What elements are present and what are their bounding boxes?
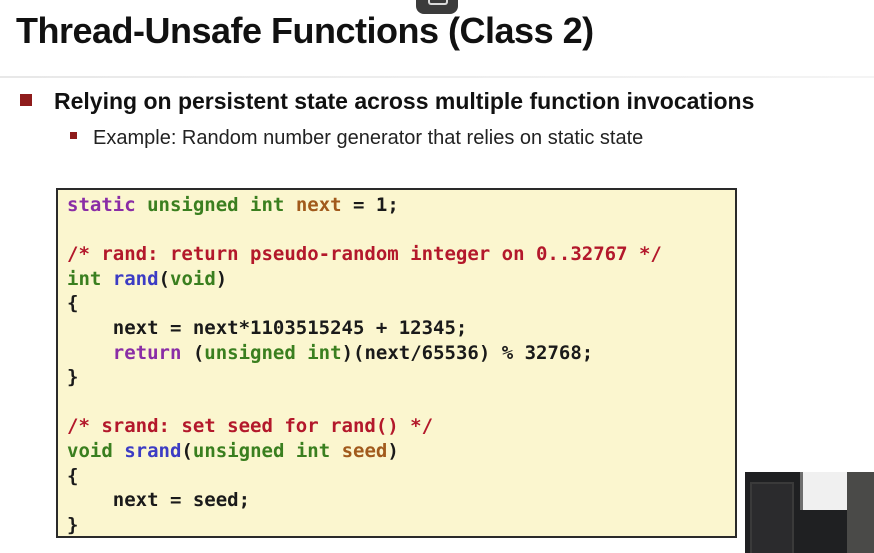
code-line: static unsigned int next = 1; [67, 194, 399, 216]
bullet-square-icon [20, 94, 32, 106]
code-line: void srand(unsigned int seed) [67, 440, 399, 462]
code-line: { [67, 292, 79, 315]
code-line: } [67, 366, 79, 389]
keyword-token: return [112, 341, 182, 364]
code-line: int rand(void) [67, 268, 227, 290]
code-line: { [67, 464, 79, 487]
code-text: ( [158, 267, 170, 290]
sub-bullet-text: Example: Random number generator that re… [93, 127, 644, 149]
slide-title: Thread-Unsafe Functions (Class 2) [16, 10, 594, 51]
main-bullet: Relying on persistent state across multi… [20, 88, 754, 115]
type-token: void [170, 267, 216, 290]
function-name: srand [124, 439, 182, 462]
type-token: unsigned int [147, 194, 285, 216]
type-token: int [67, 267, 102, 290]
sub-bullet-square-icon [70, 132, 77, 139]
type-token: void [67, 439, 113, 462]
type-token: unsigned int [192, 439, 331, 462]
code-line: next = next*1103515245 + 12345; [67, 316, 468, 339]
code-block: static unsigned int next = 1; /* rand: r… [67, 193, 662, 537]
title-divider [0, 76, 874, 78]
keyword-token: static [67, 194, 136, 216]
main-bullet-text: Relying on persistent state across multi… [54, 88, 755, 114]
identifier-token: next [295, 194, 342, 216]
webcam-frame [847, 472, 874, 553]
webcam-door [750, 482, 794, 553]
code-listing: static unsigned int next = 1; /* rand: r… [56, 188, 737, 538]
code-comment: /* rand: return pseudo-random integer on… [67, 243, 662, 266]
code-text: ) [215, 267, 228, 290]
type-token: unsigned int [204, 341, 342, 364]
webcam-wall [800, 472, 853, 510]
sub-bullet: Example: Random number generator that re… [70, 127, 643, 150]
code-text: = 1; [341, 194, 399, 216]
code-line: } [67, 513, 79, 536]
code-line: next = seed; [67, 489, 251, 512]
code-text: ) [387, 439, 399, 462]
webcam-overlay [745, 472, 874, 553]
code-text: ( [181, 341, 205, 364]
code-comment: /* srand: set seed for rand() */ [67, 415, 434, 438]
code-text: ( [181, 439, 193, 462]
code-text: )(next/65536) % 32768; [341, 341, 594, 364]
identifier-token: seed [341, 439, 388, 462]
function-name: rand [112, 267, 159, 290]
minimize-tab-icon [428, 0, 448, 5]
code-line: return (unsigned int)(next/65536) % 3276… [67, 342, 593, 364]
